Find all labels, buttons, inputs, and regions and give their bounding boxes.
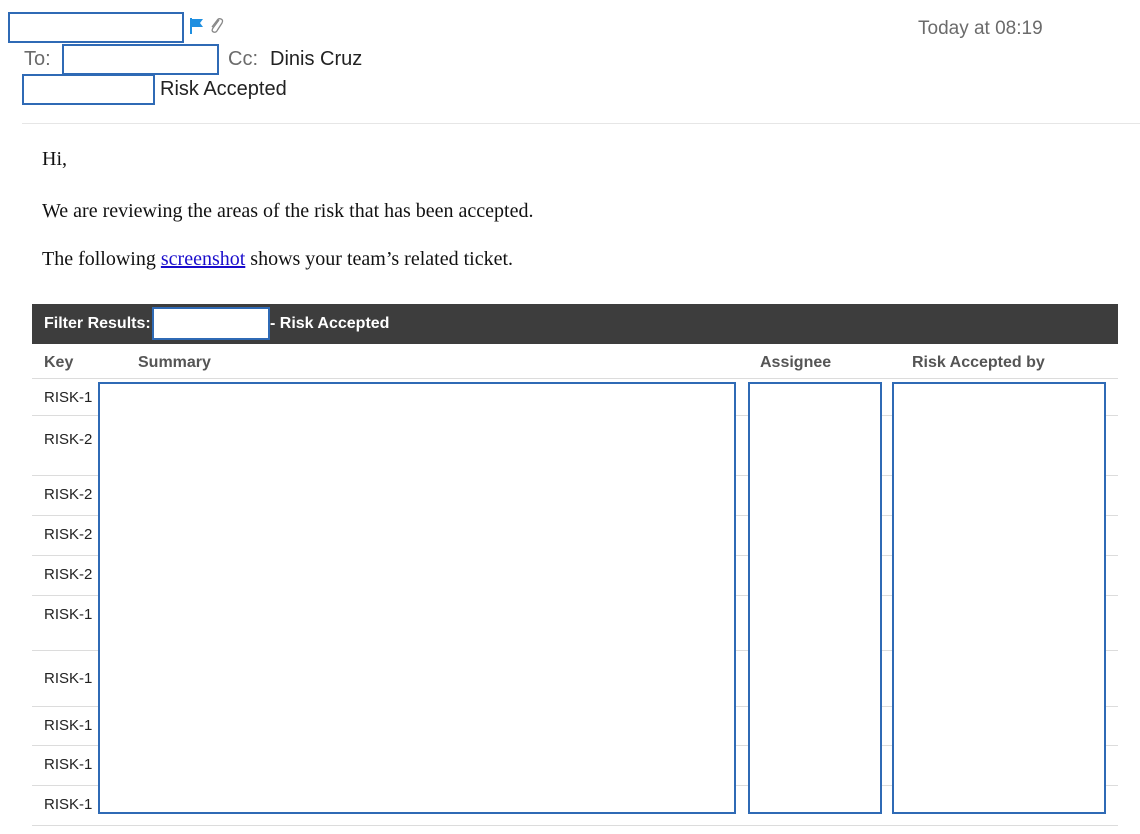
summary-column-redacted (98, 382, 736, 814)
row-key[interactable]: RISK-1 (44, 606, 92, 623)
col-key: Key (44, 354, 74, 371)
col-risk-accepted-by: Risk Accepted by (912, 354, 1045, 371)
risk-accepted-by-column-redacted (892, 382, 1106, 814)
flag-icon[interactable] (190, 18, 204, 34)
subject: Risk Accepted (160, 78, 287, 100)
cc-name[interactable]: Dinis Cruz (270, 48, 362, 71)
filter-value-redacted (152, 307, 270, 340)
row-key[interactable]: RISK-1 (44, 670, 92, 687)
to-label: To: (24, 48, 51, 70)
row-key[interactable]: RISK-1 (44, 796, 92, 813)
row-key[interactable]: RISK-2 (44, 431, 92, 448)
row-key[interactable]: RISK-1 (44, 756, 92, 773)
col-assignee: Assignee (760, 354, 832, 371)
ticket-table: Filter Results: - Risk Accepted Key Summ… (32, 304, 1118, 830)
date-label: Today at 08:19 (918, 18, 1043, 39)
paperclip-icon[interactable] (208, 16, 224, 34)
row-key[interactable]: RISK-2 (44, 526, 92, 543)
body-line-2-prefix: The following (42, 248, 161, 270)
table-bottom-border (32, 825, 1118, 827)
row-key[interactable]: RISK-1 (44, 717, 92, 734)
row-key[interactable]: RISK-2 (44, 566, 92, 583)
subject-prefix-redacted (22, 74, 155, 105)
filter-label: Filter Results: (44, 315, 151, 332)
cc-label: Cc: (228, 48, 258, 70)
assignee-column-redacted (748, 382, 882, 814)
screenshot-link[interactable]: screenshot (161, 248, 245, 270)
sender-redacted (8, 12, 184, 43)
to-recipient-redacted (62, 44, 219, 75)
greeting: Hi, (42, 148, 67, 170)
body-line-2-suffix: shows your team’s related ticket. (245, 248, 514, 270)
header-divider (22, 123, 1140, 124)
filter-suffix: - Risk Accepted (270, 315, 390, 332)
col-summary: Summary (138, 354, 211, 371)
body-line-1: We are reviewing the areas of the risk t… (42, 200, 534, 222)
body-line-2: The following screenshot shows your team… (42, 248, 513, 271)
row-key[interactable]: RISK-2 (44, 486, 92, 503)
row-key[interactable]: RISK-1 (44, 389, 92, 406)
